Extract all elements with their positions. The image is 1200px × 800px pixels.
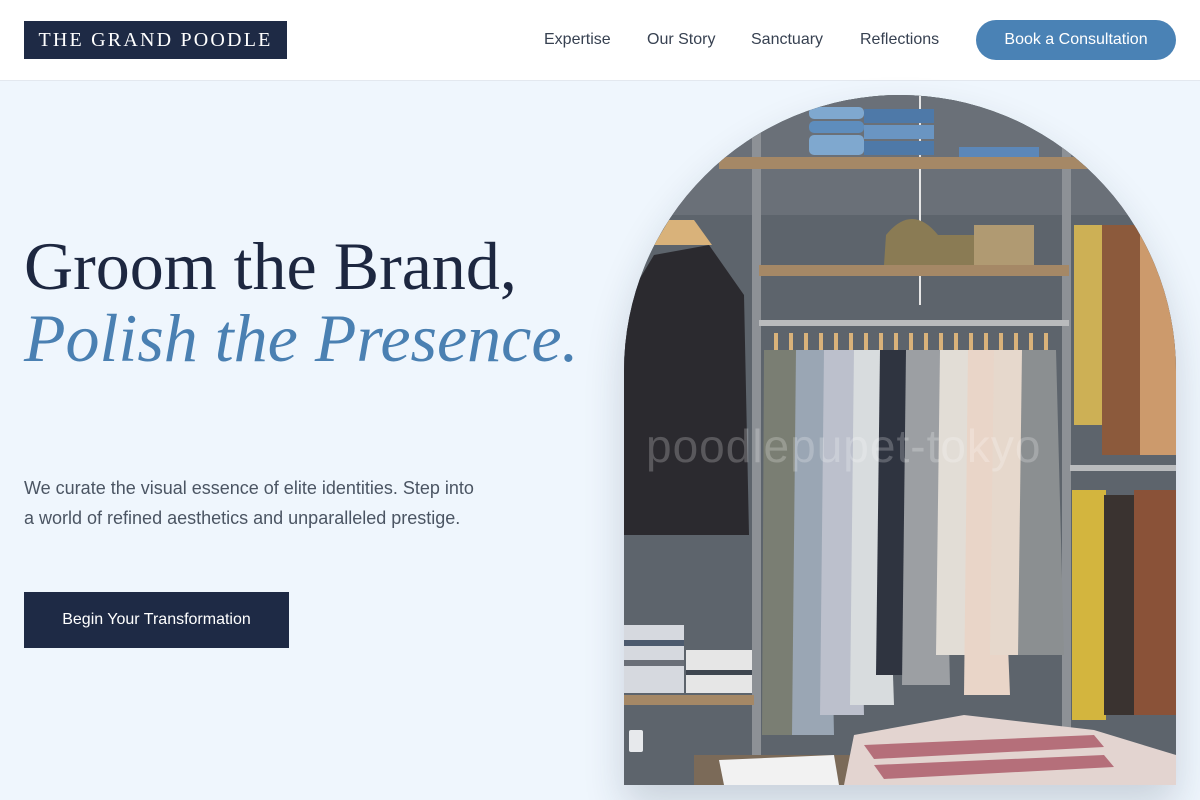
- hero-description: We curate the visual essence of elite id…: [24, 478, 474, 528]
- brand-logo[interactable]: THE GRAND POODLE: [24, 21, 287, 59]
- nav-link-reflections[interactable]: Reflections: [860, 30, 939, 50]
- book-consultation-button[interactable]: Book a Consultation: [976, 20, 1176, 60]
- nav-link-expertise[interactable]: Expertise: [544, 30, 611, 50]
- headline-line: Groom the Brand,: [24, 228, 517, 304]
- boutique-closet-image: poodlepupet-tokyo: [624, 95, 1176, 785]
- begin-transformation-button[interactable]: Begin Your Transformation: [24, 592, 289, 648]
- hero-headline: Groom the Brand, Polish the Presence.: [24, 230, 584, 374]
- headline-accent: Polish the Presence.: [24, 300, 579, 376]
- nav-link-sanctuary[interactable]: Sanctuary: [751, 30, 823, 50]
- nav-link-our-story[interactable]: Our Story: [647, 30, 715, 50]
- image-watermark: poodlepupet-tokyo: [646, 420, 1042, 472]
- site-header: THE GRAND POODLE Expertise Our Story San…: [0, 0, 1200, 81]
